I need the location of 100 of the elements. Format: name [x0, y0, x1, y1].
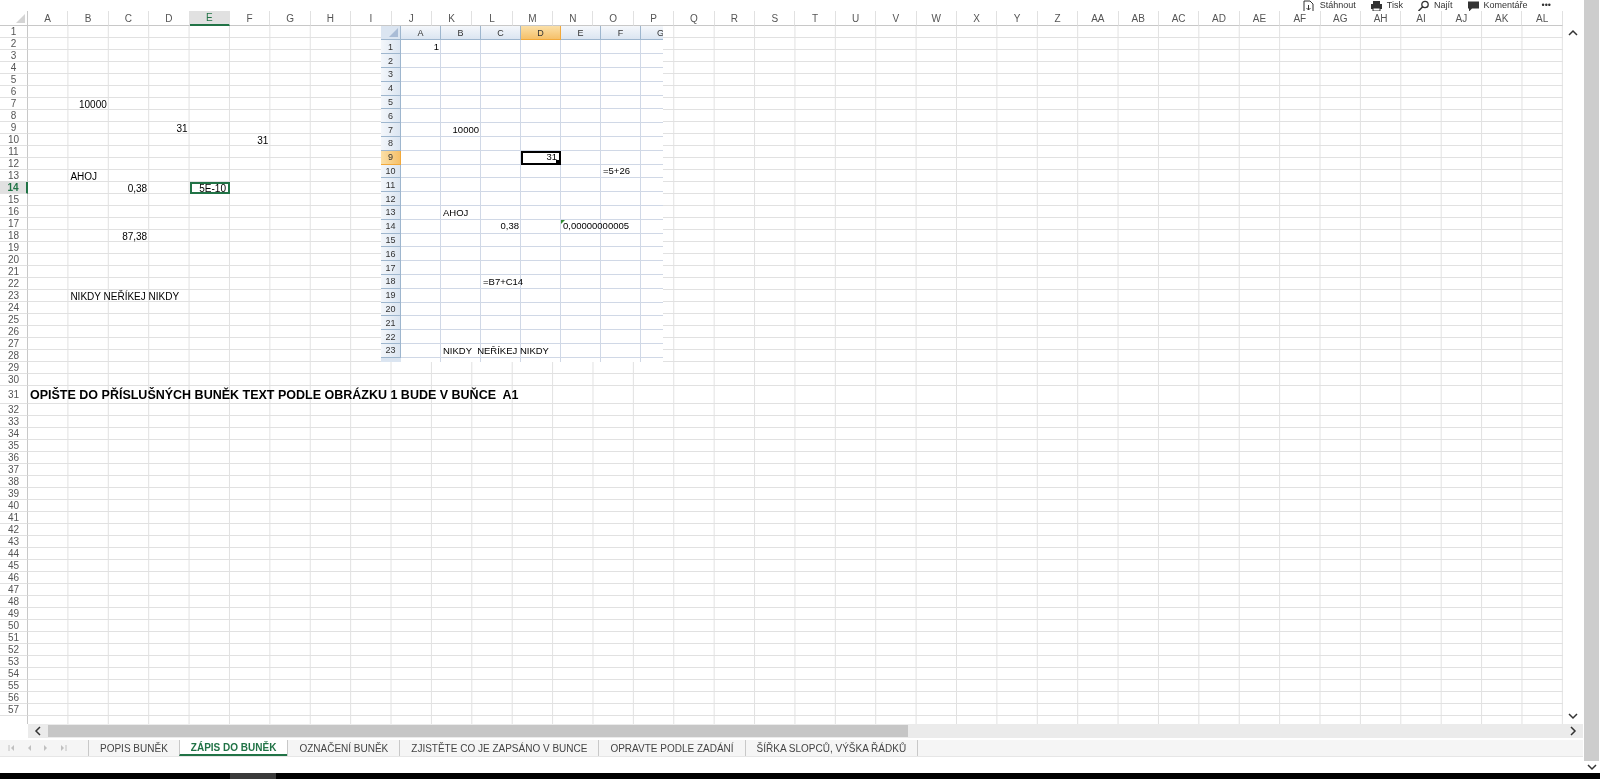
find-button[interactable]: Najít — [1417, 0, 1453, 12]
row-header[interactable]: 22 — [0, 278, 28, 291]
column-header[interactable]: AA — [1078, 11, 1119, 27]
row-header[interactable]: 32 — [0, 404, 28, 417]
row-header[interactable]: 13 — [381, 206, 401, 220]
select-all-icon[interactable] — [16, 14, 25, 24]
row-header[interactable]: 24 — [0, 302, 28, 315]
column-header[interactable]: D — [521, 26, 561, 41]
row-header[interactable]: 11 — [0, 146, 28, 159]
row-header[interactable]: 45 — [0, 560, 28, 573]
row-header[interactable]: 47 — [0, 584, 28, 597]
row-header[interactable]: 27 — [0, 338, 28, 351]
scroll-down-icon[interactable] — [1586, 763, 1597, 771]
column-header[interactable]: AH — [1360, 11, 1402, 27]
column-header[interactable]: AC — [1158, 11, 1200, 27]
row-header[interactable]: 30 — [0, 374, 28, 387]
row-header[interactable]: 16 — [0, 206, 28, 219]
row-header[interactable]: 17 — [381, 261, 401, 275]
more-button[interactable]: ••• — [1541, 0, 1551, 12]
row-header[interactable]: 46 — [0, 572, 28, 585]
scroll-up-icon[interactable] — [1568, 29, 1578, 38]
column-header[interactable]: E — [189, 11, 230, 27]
scrollbar-thumb[interactable] — [48, 725, 908, 738]
row-header[interactable]: 28 — [0, 350, 28, 363]
column-header[interactable]: Y — [997, 11, 1038, 27]
row-header[interactable]: 4 — [0, 62, 28, 75]
row-header[interactable]: 9 — [0, 122, 28, 135]
row-header[interactable]: 21 — [381, 316, 401, 331]
row-header[interactable]: 55 — [0, 680, 28, 693]
download-button[interactable]: Stáhnout — [1302, 0, 1356, 12]
row-header[interactable]: 22 — [381, 330, 401, 344]
row-header[interactable]: 37 — [0, 464, 28, 477]
column-header[interactable]: AF — [1280, 11, 1321, 27]
column-header[interactable]: A — [401, 26, 441, 41]
row-header[interactable]: 52 — [0, 644, 28, 657]
column-header[interactable]: H — [310, 11, 352, 27]
scrollbar-thumb[interactable] — [1584, 0, 1599, 761]
row-header[interactable]: 19 — [0, 242, 28, 255]
first-sheet-icon[interactable] — [8, 744, 16, 753]
column-header[interactable]: D — [149, 11, 190, 27]
column-header[interactable]: R — [714, 11, 756, 27]
column-header[interactable]: B — [68, 11, 109, 27]
row-header[interactable]: 49 — [0, 608, 28, 621]
row-header[interactable]: 10 — [0, 134, 28, 147]
row-header[interactable]: 31 — [0, 386, 28, 405]
column-header[interactable]: G — [270, 11, 311, 27]
row-header[interactable]: 2 — [0, 38, 28, 51]
row-header[interactable]: 35 — [0, 440, 28, 453]
column-header[interactable]: B — [441, 26, 481, 41]
row-header[interactable]: 51 — [0, 632, 28, 645]
column-header[interactable]: T — [795, 11, 836, 27]
row-header[interactable]: 39 — [0, 488, 28, 501]
column-header[interactable]: AL — [1522, 11, 1563, 27]
row-header[interactable]: 18 — [0, 230, 28, 243]
row-header[interactable]: 23 — [0, 290, 28, 303]
column-header[interactable]: AK — [1482, 11, 1523, 27]
comment-button[interactable]: Komentáře — [1466, 0, 1528, 12]
column-header[interactable]: AD — [1199, 11, 1240, 27]
row-header[interactable]: 16 — [381, 247, 401, 262]
row-header[interactable]: 12 — [381, 192, 401, 207]
column-header[interactable]: AJ — [1441, 11, 1483, 27]
scroll-down-icon[interactable] — [1568, 712, 1578, 721]
column-header[interactable]: S — [755, 11, 796, 27]
column-header[interactable]: Q — [674, 11, 715, 27]
row-header[interactable]: 1 — [381, 40, 401, 55]
column-header[interactable]: W — [916, 11, 957, 27]
column-header[interactable]: C — [108, 11, 150, 27]
row-header[interactable]: 18 — [381, 275, 401, 289]
row-header[interactable]: 38 — [0, 476, 28, 489]
scroll-left-icon[interactable] — [34, 726, 42, 737]
column-header[interactable]: V — [876, 11, 917, 27]
column-header[interactable]: A — [28, 11, 69, 27]
column-header[interactable]: X — [957, 11, 998, 27]
column-header[interactable]: AI — [1401, 11, 1442, 27]
row-header[interactable]: 33 — [0, 416, 28, 429]
row-header[interactable]: 21 — [0, 266, 28, 279]
sheet-tab[interactable]: ZJISTĚTE CO JE ZAPSÁNO V BUNCE — [399, 740, 599, 756]
row-header[interactable]: 11 — [381, 178, 401, 193]
row-header[interactable]: 8 — [381, 137, 401, 151]
row-header[interactable]: 20 — [0, 254, 28, 267]
column-header[interactable]: U — [835, 11, 877, 27]
row-header[interactable]: 3 — [381, 68, 401, 82]
row-header[interactable]: 2 — [381, 54, 401, 69]
row-header[interactable]: 6 — [0, 86, 28, 99]
row-header[interactable]: 25 — [0, 314, 28, 327]
row-header[interactable]: 15 — [0, 194, 28, 207]
row-header[interactable]: 34 — [0, 428, 28, 441]
column-header[interactable]: C — [481, 26, 521, 41]
row-header[interactable]: 53 — [0, 656, 28, 669]
row-header[interactable]: 44 — [0, 548, 28, 561]
row-header[interactable]: 43 — [0, 536, 28, 549]
row-header[interactable]: 40 — [0, 500, 28, 513]
row-header[interactable]: 7 — [381, 123, 401, 138]
row-header[interactable]: 7 — [0, 98, 28, 111]
row-header[interactable]: 29 — [0, 362, 28, 375]
row-header[interactable]: 41 — [0, 512, 28, 525]
sheet-tab[interactable]: OPRAVTE PODLE ZADÁNÍ — [598, 740, 745, 756]
column-header[interactable]: AG — [1320, 11, 1361, 27]
row-header[interactable]: 42 — [0, 524, 28, 537]
sheet-tab[interactable]: ZÁPIS DO BUNĚK — [178, 740, 288, 756]
